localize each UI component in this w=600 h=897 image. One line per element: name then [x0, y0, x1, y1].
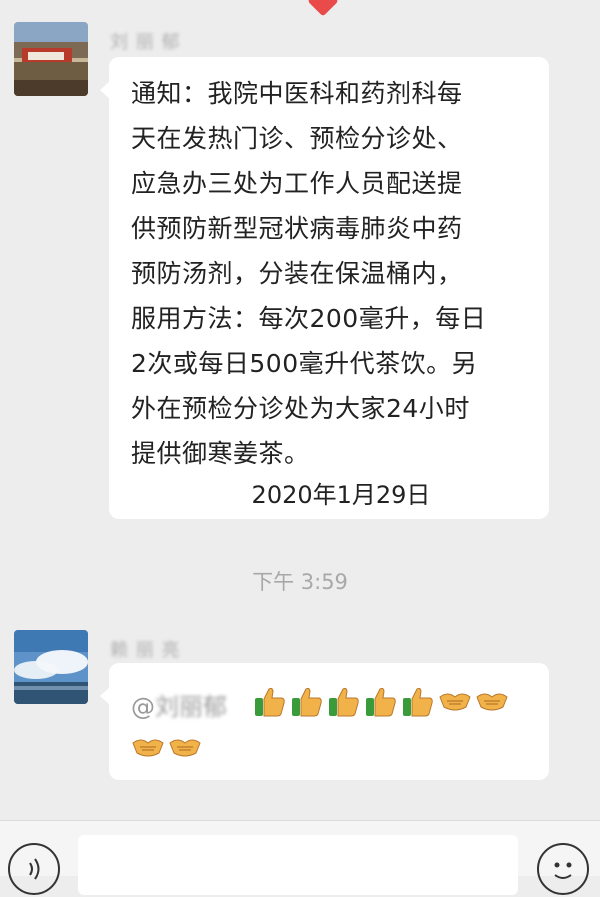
message-line: 天在发热门诊、预检分诊处、 — [131, 124, 463, 153]
handshake-icon — [476, 693, 508, 711]
mention-name: 刘丽郁 — [155, 693, 227, 721]
thumbs-up-icon — [403, 687, 433, 717]
handshake-icon — [439, 693, 471, 711]
avatar[interactable] — [14, 22, 88, 96]
sender-name: 赖 丽 亮 — [110, 640, 181, 661]
message-line: 提供御寒姜茶。 — [131, 439, 310, 468]
thumbs-up-icon — [329, 687, 359, 717]
message-line: 供预防新型冠状病毒肺炎中药 — [131, 214, 463, 243]
thumbs-up-icon — [255, 687, 285, 717]
message-bubble[interactable]: @刘丽郁 — [100, 663, 549, 780]
message-line: 2次或每日500毫升代茶饮。另 — [131, 349, 478, 378]
sender-name: 刘 丽 郁 — [110, 32, 181, 53]
input-bar — [0, 820, 600, 895]
message-line: 预防汤剂，分装在保温桶内， — [131, 259, 463, 288]
message-bubble[interactable]: 通知：我院中医科和药剂科每 天在发热门诊、预检分诊处、 应急办三处为工作人员配送… — [100, 57, 549, 519]
avatar[interactable] — [14, 630, 88, 704]
emoji-button[interactable] — [537, 843, 589, 895]
handshake-icon — [132, 739, 164, 757]
message-line: 通知：我院中医科和药剂科每 — [131, 79, 463, 108]
message-input[interactable] — [78, 835, 518, 895]
mention[interactable]: @刘丽郁 — [131, 687, 227, 722]
message-text: 通知：我院中医科和药剂科每 天在发热门诊、预检分诊处、 应急办三处为工作人员配送… — [131, 71, 535, 476]
handshake-icon — [169, 739, 201, 757]
message-date: 2020年1月29日 — [251, 481, 431, 509]
voice-icon — [29, 858, 40, 880]
message-line: 应急办三处为工作人员配送提 — [131, 169, 463, 198]
mention-prefix: @ — [131, 693, 155, 721]
smiley-icon — [554, 862, 572, 879]
chat-timestamp: 下午 3:59 — [252, 570, 348, 594]
scroll-indicator — [307, 0, 339, 17]
message-line: 外在预检分诊处为大家24小时 — [131, 394, 470, 423]
thumbs-up-icon — [292, 687, 322, 717]
thumbs-up-icon — [366, 687, 396, 717]
voice-button[interactable] — [8, 843, 60, 895]
message-line: 服用方法：每次200毫升，每日 — [131, 304, 487, 333]
